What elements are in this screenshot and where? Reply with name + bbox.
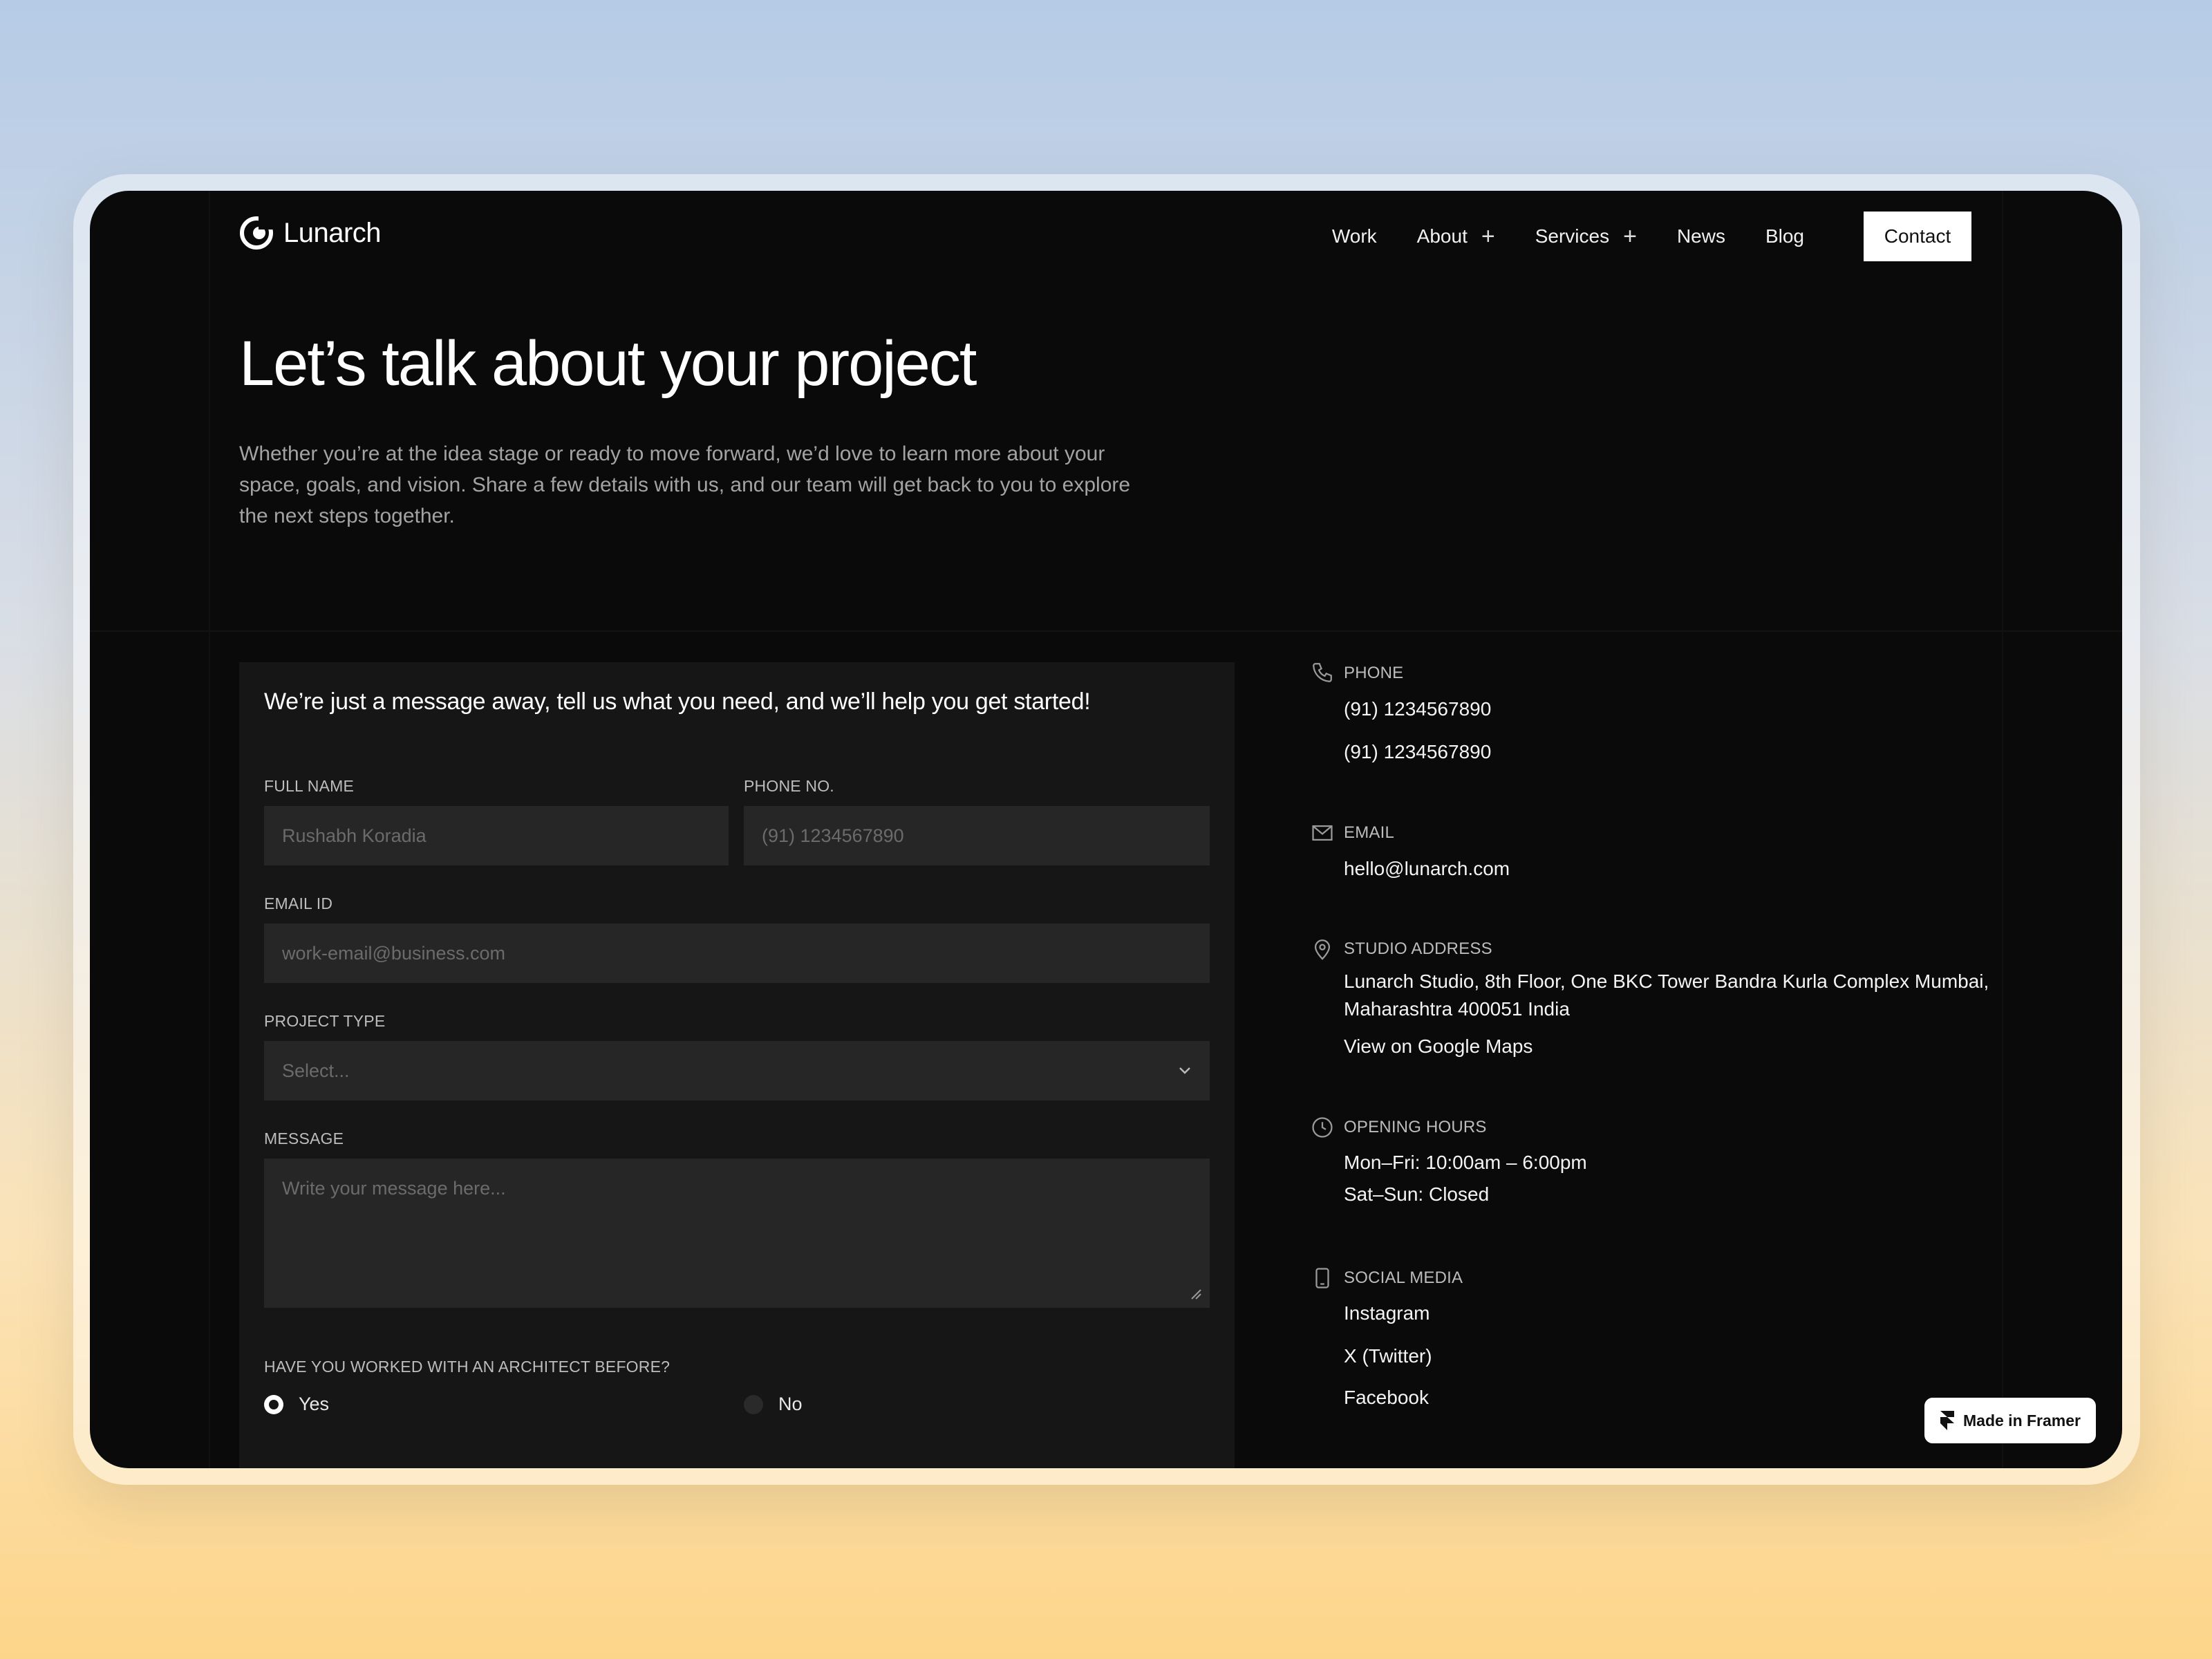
radio-unselected-icon bbox=[744, 1394, 763, 1414]
email-heading: EMAIL bbox=[1344, 823, 1395, 842]
plus-icon: + bbox=[1481, 223, 1495, 250]
google-maps-link[interactable]: View on Google Maps bbox=[1344, 1035, 1533, 1058]
form-title: We’re just a message away, tell us what … bbox=[264, 688, 1091, 715]
hours-heading: OPENING HOURS bbox=[1344, 1118, 1487, 1136]
phone-icon bbox=[1313, 663, 1332, 682]
full-name-placeholder: Rushabh Koradia bbox=[282, 825, 427, 846]
nav-label: Services bbox=[1535, 225, 1610, 247]
top-nav: Work About + Services + News Blog Contac… bbox=[1332, 212, 1971, 261]
brand-logo[interactable]: Lunarch bbox=[239, 216, 382, 250]
email-label: EMAIL ID bbox=[264, 894, 333, 912]
grid-line bbox=[209, 191, 210, 1468]
made-in-framer-badge[interactable]: Made in Framer bbox=[1924, 1398, 2096, 1443]
page-subtitle: Whether you’re at the idea stage or read… bbox=[239, 442, 1131, 527]
chevron-down-icon bbox=[1179, 1067, 1190, 1074]
radio-yes-label: Yes bbox=[299, 1394, 330, 1414]
email-placeholder: work-email@business.com bbox=[282, 942, 505, 964]
map-pin-icon bbox=[1314, 939, 1331, 960]
hours-weekdays: Mon–Fri: 10:00am – 6:00pm bbox=[1344, 1152, 1587, 1173]
phone-value-1[interactable]: (91) 1234567890 bbox=[1344, 698, 1491, 720]
social-link-x[interactable]: X (Twitter) bbox=[1344, 1345, 1432, 1367]
brand-name: Lunarch bbox=[283, 217, 382, 248]
message-label: MESSAGE bbox=[264, 1130, 344, 1147]
browser-screen: Lunarch Work About + Services + News Blo… bbox=[90, 191, 2122, 1468]
phone-value-2[interactable]: (91) 1234567890 bbox=[1344, 741, 1491, 763]
email-value[interactable]: hello@lunarch.com bbox=[1344, 858, 1510, 880]
nav-label: About bbox=[1416, 225, 1468, 247]
radio-yes[interactable]: Yes bbox=[264, 1394, 329, 1415]
nav-item-blog[interactable]: Blog bbox=[1765, 225, 1804, 247]
project-type-select[interactable]: Select... bbox=[264, 1041, 1210, 1100]
hours-weekend: Sat–Sun: Closed bbox=[1344, 1183, 1490, 1205]
social-heading: SOCIAL MEDIA bbox=[1344, 1268, 1463, 1287]
address-heading: STUDIO ADDRESS bbox=[1344, 939, 1492, 958]
nav-label: News bbox=[1676, 225, 1725, 247]
phone-placeholder: (91) 1234567890 bbox=[762, 825, 904, 846]
radio-no-label: No bbox=[778, 1394, 803, 1414]
message-placeholder: Write your message here... bbox=[282, 1178, 506, 1199]
framer-logo-icon bbox=[1940, 1411, 1954, 1430]
nav-item-services[interactable]: Services + bbox=[1535, 225, 1637, 248]
clock-icon bbox=[1312, 1117, 1333, 1138]
architect-question-label: HAVE YOU WORKED WITH AN ARCHITECT BEFORE… bbox=[264, 1358, 671, 1376]
mail-icon bbox=[1312, 825, 1333, 841]
phone-heading: PHONE bbox=[1344, 664, 1404, 682]
phone-input[interactable]: (91) 1234567890 bbox=[744, 806, 1210, 865]
page-title: Let’s talk about your project bbox=[239, 328, 977, 399]
full-name-label: FULL NAME bbox=[264, 777, 355, 795]
nav-label: Blog bbox=[1765, 225, 1804, 247]
social-link-instagram[interactable]: Instagram bbox=[1344, 1302, 1430, 1324]
project-type-placeholder: Select... bbox=[282, 1060, 350, 1081]
radio-no[interactable]: No bbox=[744, 1394, 803, 1415]
email-input[interactable]: work-email@business.com bbox=[264, 924, 1210, 983]
nav-item-about[interactable]: About + bbox=[1417, 225, 1495, 248]
nav-label: Work bbox=[1331, 225, 1377, 247]
project-type-label: PROJECT TYPE bbox=[264, 1012, 386, 1030]
radio-selected-icon bbox=[264, 1394, 283, 1414]
address-line-1: Lunarch Studio, 8th Floor, One BKC Tower… bbox=[1344, 971, 1989, 992]
phone-label: PHONE NO. bbox=[744, 777, 834, 795]
message-textarea[interactable]: Write your message here... bbox=[264, 1159, 1210, 1308]
plus-icon: + bbox=[1623, 223, 1637, 250]
contact-form: We’re just a message away, tell us what … bbox=[239, 662, 1235, 1468]
mobile-icon bbox=[1315, 1268, 1329, 1288]
contact-button[interactable]: Contact bbox=[1864, 212, 1971, 261]
full-name-input[interactable]: Rushabh Koradia bbox=[264, 806, 729, 865]
grid-line bbox=[90, 630, 2122, 632]
social-link-facebook[interactable]: Facebook bbox=[1344, 1387, 1429, 1409]
nav-item-work[interactable]: Work bbox=[1332, 225, 1377, 247]
nav-item-news[interactable]: News bbox=[1677, 225, 1725, 247]
address-line-2: Maharashtra 400051 India bbox=[1344, 998, 1570, 1020]
badge-label: Made in Framer bbox=[1963, 1411, 2081, 1430]
resize-handle-icon[interactable] bbox=[1189, 1287, 1201, 1300]
lunarch-logo-icon bbox=[240, 216, 274, 250]
grid-line bbox=[2002, 191, 2003, 1468]
